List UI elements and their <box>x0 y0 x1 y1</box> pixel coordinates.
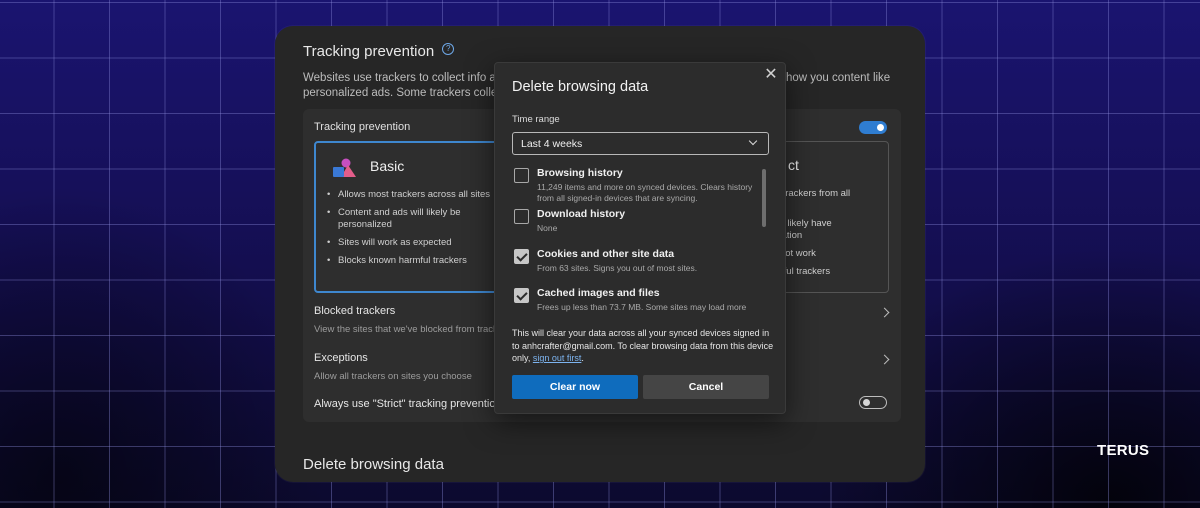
blocked-trackers-subtitle: View the sites that we've blocked from t… <box>314 324 511 335</box>
always-strict-toggle[interactable] <box>859 396 887 409</box>
cached-images-checkbox[interactable] <box>514 288 529 303</box>
tracking-prevention-header: Tracking prevention ? <box>303 42 455 60</box>
strict-title-fragment: ct <box>788 157 799 173</box>
item-title: Download history <box>537 208 626 220</box>
basic-bullet: Sites will work as expected <box>326 237 496 249</box>
item-title: Cookies and other site data <box>537 248 675 260</box>
basic-bullet: Allows most trackers across all sites <box>326 189 496 201</box>
chevron-right-icon[interactable] <box>879 307 890 318</box>
always-strict-title: Always use "Strict" tracking prevention <box>314 398 502 410</box>
time-range-value: Last 4 weeks <box>521 138 583 150</box>
close-icon[interactable]: ✕ <box>764 67 778 83</box>
basic-option[interactable]: Basic Allows most trackers across all si… <box>314 141 499 293</box>
tracking-prevention-toggle[interactable] <box>859 121 887 134</box>
item-subtitle: From 63 sites. Signs you out of most sit… <box>537 263 698 273</box>
time-range-label: Time range <box>512 114 560 125</box>
basic-bullet: Blocks known harmful trackers <box>326 255 496 267</box>
exceptions-subtitle: Allow all trackers on sites you choose <box>314 371 472 382</box>
dialog-title: Delete browsing data <box>512 79 649 95</box>
basic-shapes-icon <box>333 158 356 177</box>
chevron-down-icon <box>748 136 758 146</box>
delete-browsing-data-dialog: ✕ Delete browsing data Time range Last 4… <box>494 62 786 414</box>
basic-bullets: Allows most trackers across all sites Co… <box>326 189 496 273</box>
tracking-prevention-label: Tracking prevention <box>314 121 411 133</box>
time-range-select[interactable]: Last 4 weeks <box>512 132 769 155</box>
exceptions-title[interactable]: Exceptions <box>314 352 368 364</box>
notice-end: . <box>581 353 584 363</box>
basic-bullet: Content and ads will likely be personali… <box>326 207 496 231</box>
cookies-checkbox[interactable] <box>514 249 529 264</box>
cancel-button[interactable]: Cancel <box>643 375 769 399</box>
delete-browsing-data-heading: Delete browsing data <box>303 456 444 473</box>
list-scrollbar[interactable] <box>762 169 766 227</box>
item-subtitle: Frees up less than 73.7 MB. Some sites m… <box>537 302 747 312</box>
sign-out-link[interactable]: sign out first <box>533 353 582 363</box>
browsing-history-checkbox[interactable] <box>514 168 529 183</box>
basic-title: Basic <box>370 158 405 174</box>
item-title: Cached images and files <box>537 287 660 299</box>
description-right-fragment: how you content like <box>786 72 891 84</box>
data-type-list: Browsing history 11,249 items and more o… <box>495 167 787 317</box>
blocked-trackers-title[interactable]: Blocked trackers <box>314 305 395 317</box>
item-title: Browsing history <box>537 167 623 179</box>
page-title: Tracking prevention <box>303 43 435 60</box>
brand-logo: TERUS <box>1097 442 1150 459</box>
clear-now-button[interactable]: Clear now <box>512 375 638 399</box>
download-history-checkbox[interactable] <box>514 209 529 224</box>
item-subtitle: 11,249 items and more on synced devices.… <box>537 182 753 203</box>
item-subtitle: None <box>537 223 558 233</box>
help-icon[interactable]: ? <box>442 42 455 55</box>
sync-notice: This will clear your data across all you… <box>512 327 774 365</box>
chevron-right-icon[interactable] <box>879 354 890 365</box>
